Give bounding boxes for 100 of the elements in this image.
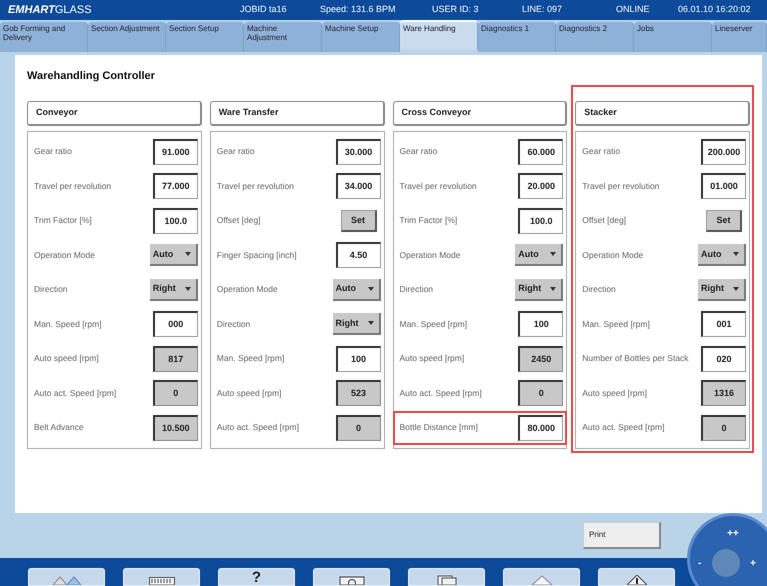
dropdown[interactable]: Auto	[332, 278, 380, 301]
column-header: Ware Transfer	[210, 100, 384, 126]
parameter-label: Bottle Distance [mm]	[400, 421, 478, 434]
print-button[interactable]: Print	[583, 522, 661, 549]
status-text: JOBID ta16	[240, 3, 288, 16]
parameter-label: Gear ratio	[34, 145, 72, 158]
value-field[interactable]: 80.000	[518, 414, 564, 441]
parameter-label: Travel per revolution	[582, 180, 660, 193]
toolbar-button[interactable]	[313, 568, 390, 586]
dropdown[interactable]: Auto	[698, 244, 746, 266]
value-display: 523	[336, 380, 380, 406]
tab[interactable]: Ware Handling	[400, 20, 478, 50]
caret-icon	[733, 286, 739, 291]
parameter-label: Number of Bottles per Stack	[582, 352, 689, 366]
parameter-label: Man. Speed [rpm]	[216, 352, 284, 366]
parameter-label: Auto speed [rpm]	[216, 386, 282, 400]
logo: EMHARTGLASS	[7, 2, 93, 18]
value-field[interactable]: 100.0	[152, 208, 198, 234]
parameter-label: Travel per revolution	[34, 180, 112, 193]
set-button[interactable]: Set	[706, 210, 742, 232]
joystick[interactable]: ++ - +	[687, 513, 767, 586]
dropdown[interactable]: Auto	[515, 244, 564, 266]
joystick-up-label: ++	[727, 527, 739, 541]
status-text: ONLINE	[616, 3, 651, 16]
tab[interactable]: Section Setup	[166, 22, 244, 52]
caret-icon	[550, 286, 556, 291]
tab[interactable]: Machine Setup	[322, 22, 400, 52]
warning-icon	[626, 575, 646, 585]
parameter-label: Direction	[34, 283, 68, 296]
value-display: 0	[152, 380, 198, 406]
column-header: Conveyor	[27, 100, 202, 126]
tab[interactable]: Diagnostics 1	[478, 22, 556, 52]
caret-icon	[184, 286, 191, 291]
parameter-label: Operation Mode	[400, 248, 460, 262]
toolbar-button[interactable]	[598, 568, 675, 586]
page-title: Warehandling Controller	[27, 69, 156, 84]
column-header: Stacker	[575, 100, 750, 126]
joystick-right-label: +	[750, 556, 756, 570]
value-field[interactable]: 01.000	[701, 173, 746, 200]
parameter-label: Gear ratio	[582, 145, 620, 158]
camera-icon	[338, 575, 364, 585]
parameter-label: Man. Speed [rpm]	[400, 318, 468, 331]
parameter-label: Belt Advance	[34, 421, 84, 434]
tab[interactable]: Jobs	[634, 22, 712, 52]
value-field[interactable]: 200.000	[701, 138, 746, 165]
parameter-label: Gear ratio	[216, 145, 255, 158]
caret-icon	[184, 252, 191, 256]
parameter-label: Direction	[216, 318, 250, 331]
dropdown[interactable]: Right	[332, 313, 380, 336]
dropdown[interactable]: Right	[515, 278, 564, 301]
caret-icon	[550, 252, 556, 256]
toolbar-button[interactable]: ?	[218, 568, 295, 586]
caret-icon	[733, 252, 739, 256]
value-field[interactable]: 20.000	[518, 173, 564, 200]
parameter-label: Operation Mode	[216, 283, 278, 296]
value-field[interactable]: 77.000	[152, 173, 198, 200]
toolbar-button[interactable]	[408, 568, 485, 586]
tab[interactable]: Section Adjustment	[88, 22, 166, 52]
value-field[interactable]: 100.0	[518, 208, 564, 234]
value-field[interactable]: 91.000	[152, 138, 198, 165]
parameter-label: Travel per revolution	[400, 180, 477, 193]
value-field[interactable]: 4.50	[336, 242, 380, 268]
status-text: 06.01.10 16:20:02	[678, 3, 751, 16]
value-field[interactable]: 30.000	[336, 138, 380, 165]
value-field[interactable]: 020	[701, 346, 746, 372]
value-field[interactable]: 100	[518, 311, 564, 338]
parameter-label: Direction	[582, 283, 616, 296]
dropdown[interactable]: Auto	[150, 244, 198, 266]
value-display: 817	[152, 346, 198, 372]
dropdown[interactable]: Right	[150, 278, 198, 301]
set-button[interactable]: Set	[340, 210, 376, 232]
value-display: 0	[701, 414, 746, 441]
parameter-label: Auto speed [rpm]	[582, 386, 647, 400]
tab[interactable]: Machine Adjustment	[244, 22, 322, 52]
value-display: 0	[518, 380, 564, 406]
value-display: 2450	[518, 346, 564, 372]
parameter-label: Man. Speed [rpm]	[582, 318, 650, 331]
status-text: Speed: 131.6 BPM	[320, 3, 397, 16]
tab[interactable]: Gob Forming and Delivery	[0, 22, 88, 52]
dropdown[interactable]: Right	[698, 278, 746, 301]
value-field[interactable]: 100	[336, 346, 380, 372]
parameter-label: Man. Speed [rpm]	[34, 318, 102, 331]
value-display: 0	[336, 414, 380, 441]
toolbar-button[interactable]	[123, 568, 200, 586]
tab[interactable]: Lineserver	[712, 22, 767, 52]
value-field[interactable]: 001	[701, 311, 746, 338]
parameter-label: Finger Spacing [inch]	[216, 248, 297, 262]
value-field[interactable]: 60.000	[518, 138, 564, 165]
parameter-label: Auto act. Speed [rpm]	[34, 386, 116, 400]
status-text: LINE: 097	[522, 3, 564, 16]
joystick-left-label: -	[698, 556, 702, 570]
parameter-label: Auto speed [rpm]	[400, 352, 464, 366]
arrows-icon	[50, 575, 82, 585]
tab[interactable]: Diagnostics 2	[556, 22, 634, 52]
value-field[interactable]: 34.000	[336, 173, 380, 200]
help-label: ?	[252, 570, 262, 585]
value-field[interactable]: 000	[152, 311, 198, 338]
caret-icon	[368, 286, 374, 291]
parameter-label: Operation Mode	[582, 248, 644, 262]
parameter-label: Operation Mode	[34, 248, 95, 262]
